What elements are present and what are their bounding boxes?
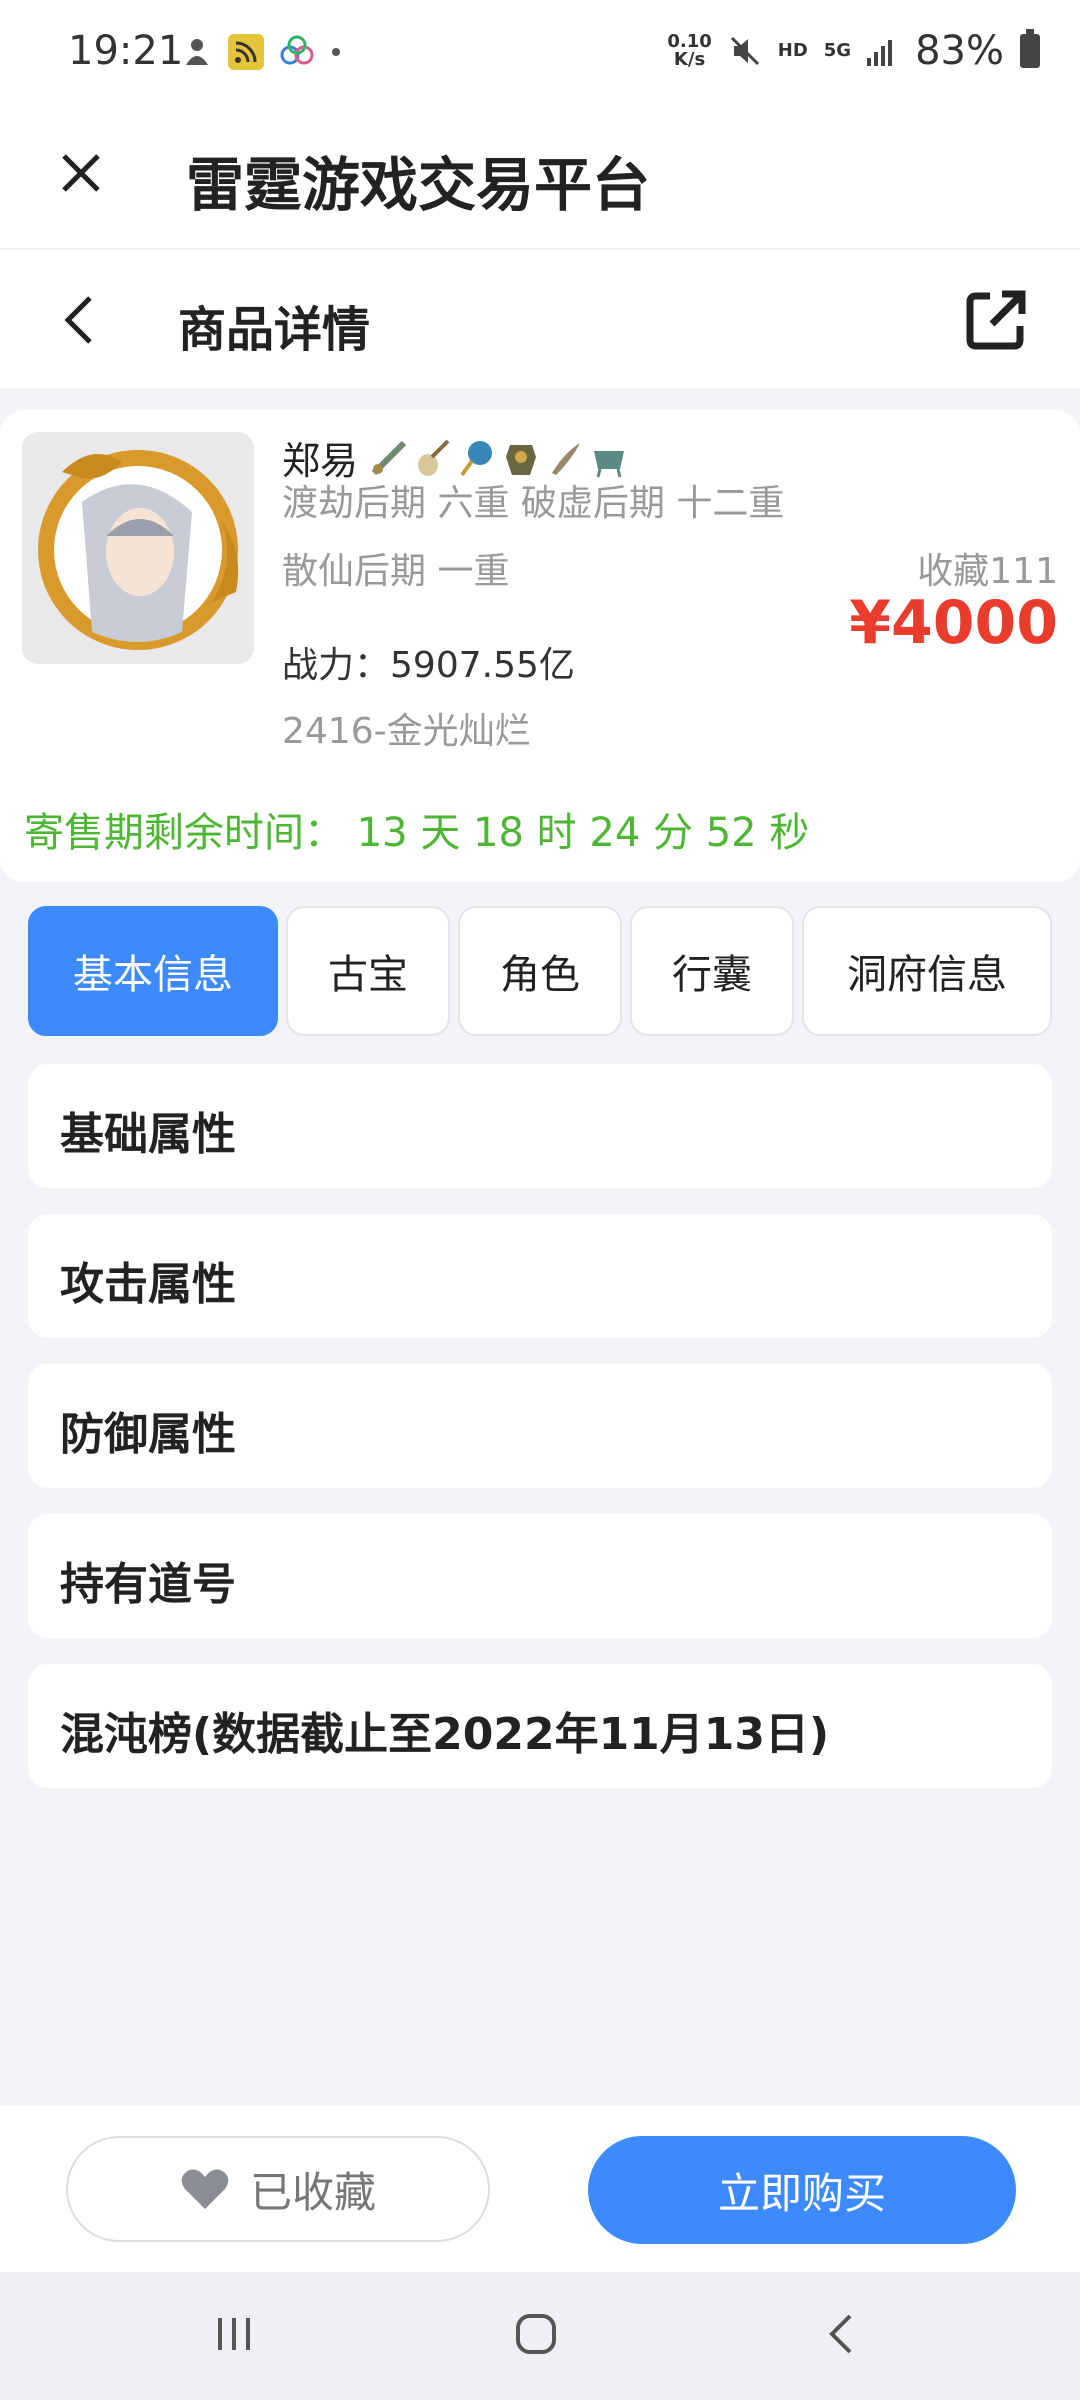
close-icon[interactable]: [56, 148, 106, 198]
combat-power: 战力：5907.55亿: [282, 636, 575, 688]
buy-now-button[interactable]: 立即购买: [588, 2136, 1016, 2244]
armor-item-icon: [506, 444, 537, 475]
tab-treasures[interactable]: 古宝: [286, 906, 450, 1036]
status-right: 0.10 K/s HD 5G 83%: [667, 28, 1040, 74]
cloud-app-icon: [280, 35, 314, 65]
status-time: 19:21: [68, 28, 184, 74]
battery-percent: 83%: [915, 28, 1004, 74]
favorite-count: 收藏111: [917, 551, 1058, 592]
favorite-label: 已收藏: [249, 2167, 376, 2217]
status-bar: 19:21 0.10 K/s HD 5G 83%: [0, 0, 1080, 108]
detail-tabs: 基本信息 古宝 角色 行囊 洞府信息: [28, 906, 1052, 1040]
section-title: 攻击属性: [60, 1259, 236, 1310]
cauldron-item-icon: [594, 450, 625, 477]
blade-item-icon: [552, 442, 581, 475]
app-title-bar: 雷霆游戏交易平台: [0, 108, 1080, 249]
lute-item-icon: [418, 439, 450, 476]
back-nav-icon[interactable]: [820, 2312, 864, 2356]
notification-icons: [180, 34, 342, 70]
section-attack-attributes[interactable]: 攻击属性: [28, 1214, 1052, 1338]
section-title: 基础属性: [60, 1109, 236, 1160]
section-titles-held[interactable]: 持有道号: [28, 1514, 1052, 1638]
server-name: 2416-金光灿烂: [282, 711, 531, 752]
home-icon[interactable]: [514, 2312, 558, 2356]
realm-line-2: 散仙后期 一重: [282, 551, 510, 592]
game-notification-icon: [186, 39, 208, 65]
hd-indicator: HD: [777, 40, 808, 61]
net-speed: 0.10 K/s: [667, 31, 712, 70]
section-base-attributes[interactable]: 基础属性: [28, 1064, 1052, 1188]
countdown-value: 13 天 18 时 24 分 52 秒: [356, 810, 810, 856]
system-nav-bar: [0, 2272, 1080, 2400]
sword-item-icon: [371, 440, 407, 475]
share-icon[interactable]: [962, 284, 1032, 354]
more-dot-icon: [332, 48, 340, 56]
power-label: 战力：: [282, 645, 391, 686]
tab-cave-info[interactable]: 洞府信息: [802, 906, 1052, 1036]
recent-apps-icon[interactable]: [212, 2312, 256, 2356]
app-title: 雷霆游戏交易平台: [186, 151, 651, 219]
product-card: 郑易 渡劫后期 六重 破虚后期 十二重 散仙后期 一重 战力：5907.55亿 …: [0, 410, 1080, 882]
section-defense-attributes[interactable]: 防御属性: [28, 1364, 1052, 1488]
signal-icon: [867, 40, 893, 66]
realm-line-1: 渡劫后期 六重 破虚后期 十二重: [282, 483, 785, 524]
price: ¥4000: [849, 588, 1058, 658]
section-chaos-ranking[interactable]: 混沌榜(数据截止至2022年11月13日): [28, 1664, 1052, 1788]
countdown-label: 寄售期剩余时间：: [24, 810, 344, 856]
page-title: 商品详情: [178, 302, 371, 358]
tab-inventory[interactable]: 行囊: [630, 906, 794, 1036]
battery-icon: [1020, 29, 1040, 68]
tab-basic-info[interactable]: 基本信息: [28, 906, 278, 1036]
network-indicator: 5G: [823, 40, 852, 61]
section-title: 防御属性: [60, 1409, 236, 1460]
sale-countdown: 寄售期剩余时间： 13 天 18 时 24 分 52 秒: [24, 800, 809, 858]
avatar-image: [38, 450, 239, 650]
fan-item-icon: [460, 440, 493, 476]
tab-characters[interactable]: 角色: [458, 906, 622, 1036]
mute-icon: [730, 36, 759, 66]
character-avatar: [22, 432, 254, 664]
power-value: 5907.55亿: [390, 645, 575, 686]
back-icon[interactable]: [56, 290, 106, 350]
buy-label: 立即购买: [717, 2168, 886, 2218]
action-bar: 已收藏 立即购买: [0, 2106, 1080, 2272]
section-title: 混沌榜(数据截止至2022年11月13日): [60, 1709, 830, 1760]
treasure-icons: [368, 437, 630, 479]
heart-icon: [181, 2169, 229, 2209]
rss-app-icon: [228, 34, 264, 70]
section-title: 持有道号: [60, 1559, 236, 1610]
page-header: 商品详情: [0, 250, 1080, 388]
favorite-button[interactable]: 已收藏: [66, 2136, 490, 2242]
